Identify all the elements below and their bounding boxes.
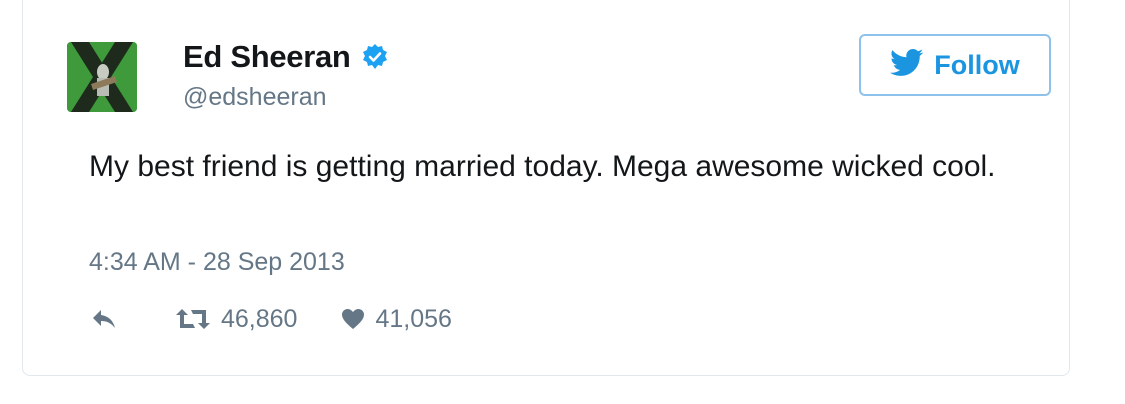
reply-button[interactable]: [91, 308, 127, 330]
like-button[interactable]: 41,056: [341, 304, 452, 334]
retweet-count: 46,860: [221, 304, 298, 333]
verified-badge-icon: [361, 43, 389, 71]
avatar-x-logo-icon: [67, 42, 137, 112]
display-name[interactable]: Ed Sheeran: [183, 39, 351, 75]
follow-button[interactable]: Follow: [859, 34, 1051, 96]
reply-arrow-icon: [93, 310, 115, 328]
tweet-actions: 46,860 41,056: [91, 299, 452, 339]
like-count: 41,056: [375, 304, 452, 333]
tweet-card: Ed Sheeran @edsheeran Follow My best fri…: [22, 0, 1070, 376]
follow-button-label: Follow: [934, 49, 1020, 80]
twitter-bird-icon: [890, 48, 924, 82]
tweet-timestamp[interactable]: 4:34 AM - 28 Sep 2013: [89, 248, 345, 277]
retweet-button[interactable]: 46,860: [175, 305, 297, 334]
heart-icon: [342, 309, 365, 329]
retweet-icon: [176, 309, 210, 329]
name-row: Ed Sheeran: [183, 39, 389, 75]
tweet-text: My best friend is getting married today.…: [89, 150, 996, 183]
user-handle[interactable]: @edsheeran: [183, 83, 327, 112]
avatar[interactable]: [67, 42, 137, 112]
